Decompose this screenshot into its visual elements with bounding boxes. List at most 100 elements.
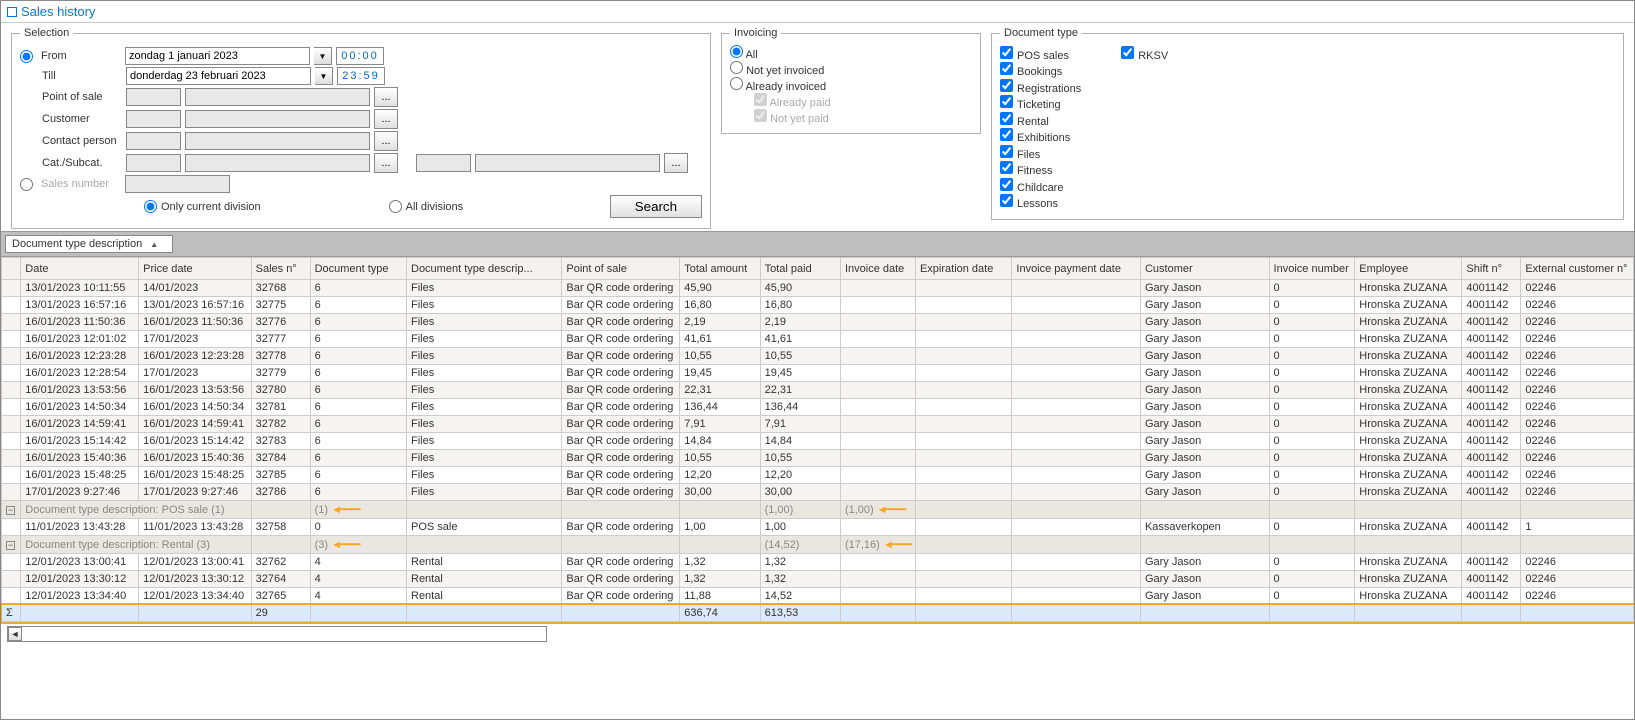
doctype-check-8[interactable] [1000,178,1013,191]
subcat-name-input[interactable] [475,154,660,172]
customer-code-input[interactable] [126,110,181,128]
group-header[interactable]: −Document type description: Rental (3)(3… [2,536,1634,554]
col-header[interactable]: Price date [139,258,252,280]
table-row[interactable]: 13/01/2023 16:57:1613/01/2023 16:57:1632… [2,297,1634,314]
doctype-label-2: Registrations [1017,83,1081,95]
contact-name-input[interactable] [185,132,370,150]
table-row[interactable]: 12/01/2023 13:00:4112/01/2023 13:00:4132… [2,554,1634,571]
table-row[interactable]: 16/01/2023 12:28:5417/01/2023327796Files… [2,365,1634,382]
only-current-radio[interactable] [144,200,157,213]
all-divisions-label: All divisions [406,201,463,213]
col-header[interactable]: Sales n° [251,258,310,280]
pos-lookup-button[interactable]: ... [374,87,398,107]
col-header[interactable]: Point of sale [562,258,680,280]
doctype-check-3[interactable] [1000,95,1013,108]
doctype-rksv-label: RKSV [1138,50,1168,62]
collapse-icon[interactable]: − [6,506,15,515]
scroll-left-icon[interactable]: ◄ [8,627,22,641]
contact-code-input[interactable] [126,132,181,150]
from-radio[interactable] [20,50,33,63]
already-paid-check [754,93,767,106]
collapse-icon[interactable]: − [6,541,15,550]
table-row[interactable]: 16/01/2023 12:01:0217/01/2023327776Files… [2,331,1634,348]
col-header[interactable]: Total paid [760,258,840,280]
doctype-label-4: Rental [1017,116,1049,128]
col-header[interactable]: Invoice date [840,258,915,280]
doctype-rksv-check[interactable] [1121,46,1134,59]
doctype-label-3: Ticketing [1017,99,1061,111]
subcat-lookup-button[interactable]: ... [664,153,688,173]
horizontal-scrollbar[interactable]: ◄ [7,626,547,642]
col-header[interactable]: Invoice number [1269,258,1355,280]
table-row[interactable]: 16/01/2023 14:59:4116/01/2023 14:59:4132… [2,416,1634,433]
customer-name-input[interactable] [185,110,370,128]
invoicing-already-radio[interactable] [730,77,743,90]
till-time-input[interactable] [337,67,385,85]
col-header[interactable]: Shift n° [1462,258,1521,280]
till-date-input[interactable] [126,67,311,85]
group-by-bar[interactable]: Document type description ▲ [1,231,1634,257]
group-chip-label: Document type description [12,238,142,250]
doctype-check-2[interactable] [1000,79,1013,92]
col-header[interactable]: Total amount [680,258,760,280]
doctype-label-7: Fitness [1017,165,1052,177]
col-header[interactable]: Employee [1355,258,1462,280]
search-button[interactable]: Search [610,195,702,218]
invoicing-legend: Invoicing [730,27,781,39]
doctype-check-6[interactable] [1000,145,1013,158]
doctype-check-4[interactable] [1000,112,1013,125]
contact-lookup-button[interactable]: ... [374,131,398,151]
selection-panel: Selection From ▼ Till ▼ Point of sale [11,27,711,229]
table-row[interactable]: 16/01/2023 11:50:3616/01/2023 11:50:3632… [2,314,1634,331]
invoicing-all-radio[interactable] [730,45,743,58]
doctype-check-1[interactable] [1000,62,1013,75]
doctype-label-1: Bookings [1017,66,1062,78]
doctype-label-6: Files [1017,149,1040,161]
table-row[interactable]: 17/01/2023 9:27:4617/01/2023 9:27:463278… [2,484,1634,501]
doctype-check-7[interactable] [1000,161,1013,174]
customer-lookup-button[interactable]: ... [374,109,398,129]
table-row[interactable]: 16/01/2023 12:23:2816/01/2023 12:23:2832… [2,348,1634,365]
notyet-paid-label: Not yet paid [770,113,829,125]
from-date-dropdown[interactable]: ▼ [314,47,332,65]
all-divisions-radio[interactable] [389,200,402,213]
table-row[interactable]: 16/01/2023 15:40:3616/01/2023 15:40:3632… [2,450,1634,467]
cat-code-input[interactable] [126,154,181,172]
col-header[interactable]: Document type descrip... [407,258,562,280]
table-row[interactable]: 11/01/2023 13:43:2811/01/2023 13:43:2832… [2,519,1634,536]
doctype-label-9: Lessons [1017,198,1058,210]
cat-lookup-button[interactable]: ... [374,153,398,173]
doctype-check-0[interactable] [1000,46,1013,59]
salesnum-input[interactable] [125,175,230,193]
col-header[interactable]: Document type [310,258,406,280]
table-row[interactable]: 16/01/2023 15:14:4216/01/2023 15:14:4232… [2,433,1634,450]
doctype-panel: Document type POS salesBookingsRegistrat… [991,27,1624,220]
group-header[interactable]: −Document type description: POS sale (1)… [2,501,1634,519]
col-header[interactable]: Date [21,258,139,280]
salesnum-radio[interactable] [20,178,33,191]
table-row[interactable]: 13/01/2023 10:11:5514/01/2023327686Files… [2,280,1634,297]
col-header[interactable]: Invoice payment date [1012,258,1141,280]
table-row[interactable]: 12/01/2023 13:30:1212/01/2023 13:30:1232… [2,571,1634,588]
invoicing-notyet-radio[interactable] [730,61,743,74]
col-header[interactable]: Customer [1140,258,1269,280]
table-row[interactable]: 16/01/2023 15:48:2516/01/2023 15:48:2532… [2,467,1634,484]
pos-code-input[interactable] [126,88,181,106]
cat-name-input[interactable] [185,154,370,172]
table-row[interactable]: 16/01/2023 14:50:3416/01/2023 14:50:3432… [2,399,1634,416]
pos-name-input[interactable] [185,88,370,106]
col-header[interactable]: External customer n° [1521,258,1634,280]
subcat-code-input[interactable] [416,154,471,172]
sales-grid[interactable]: DatePrice dateSales n°Document typeDocum… [1,257,1634,622]
table-row[interactable]: 12/01/2023 13:34:4012/01/2023 13:34:4032… [2,588,1634,605]
doctype-check-5[interactable] [1000,128,1013,141]
cat-label: Cat./Subcat. [42,157,122,169]
doctype-check-9[interactable] [1000,194,1013,207]
from-time-input[interactable] [336,47,384,65]
doctype-legend: Document type [1000,27,1082,39]
group-chip[interactable]: Document type description ▲ [5,235,173,253]
col-header[interactable]: Expiration date [915,258,1011,280]
table-row[interactable]: 16/01/2023 13:53:5616/01/2023 13:53:5632… [2,382,1634,399]
from-date-input[interactable] [125,47,310,65]
till-date-dropdown[interactable]: ▼ [315,67,333,85]
